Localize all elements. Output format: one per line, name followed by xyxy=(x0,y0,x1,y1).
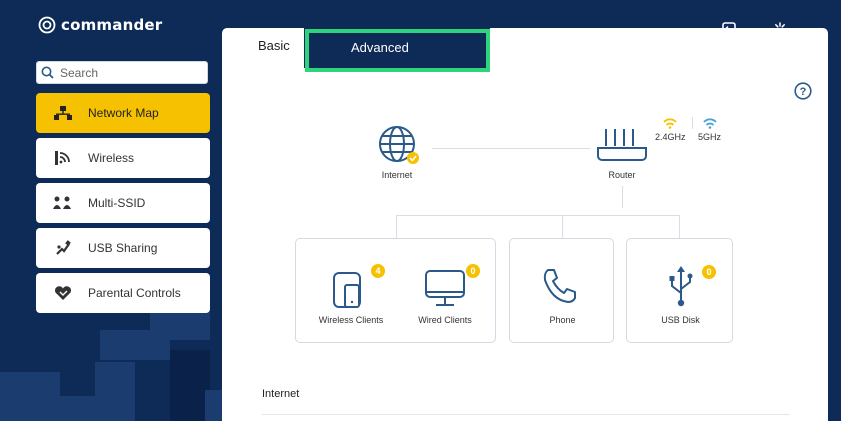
search-icon xyxy=(41,66,54,79)
internet-label: Internet xyxy=(381,170,413,180)
connector-line xyxy=(679,215,680,238)
background-pattern xyxy=(95,362,135,421)
wired-clients-label: Wired Clients xyxy=(418,315,472,325)
reboot-button[interactable]: Reboot xyxy=(758,22,802,48)
wireless-icon xyxy=(52,150,74,166)
wifi-24ghz-icon xyxy=(663,118,677,129)
router-label: Router xyxy=(608,170,636,180)
sidebar-item-label: USB Sharing xyxy=(88,241,158,255)
logout-icon xyxy=(722,22,736,36)
wifi-5ghz-icon xyxy=(703,118,717,129)
parental-controls-icon xyxy=(52,285,74,301)
band-divider xyxy=(692,117,693,129)
wired-clients-node[interactable]: 0 Wired Clients xyxy=(400,259,490,339)
reboot-icon xyxy=(773,22,787,36)
phone-label: Phone xyxy=(549,315,576,325)
logout-button[interactable]: Log out xyxy=(707,22,751,48)
wireless-clients-icon xyxy=(333,272,361,308)
globe-icon xyxy=(379,126,419,164)
usb-disk-label: USB Disk xyxy=(661,315,700,325)
search-box[interactable] xyxy=(36,61,208,84)
sidebar-item-parental-controls[interactable]: Parental Controls xyxy=(36,273,210,313)
router-icon xyxy=(597,129,647,161)
sidebar-item-network-map[interactable]: Network Map xyxy=(36,93,210,133)
wireless-clients-label: Wireless Clients xyxy=(318,315,384,325)
phone-card[interactable]: Phone xyxy=(509,238,614,343)
connector-line xyxy=(622,186,623,208)
background-pattern xyxy=(205,390,222,421)
multi-ssid-icon xyxy=(52,195,74,211)
search-input[interactable] xyxy=(58,64,202,81)
reboot-label: Reboot xyxy=(765,38,795,48)
help-icon[interactable]: ? xyxy=(794,82,812,100)
band-24-label: 2.4GHz xyxy=(655,132,686,142)
tab-advanced[interactable]: Advanced xyxy=(305,29,490,72)
sidebar-item-label: Network Map xyxy=(88,106,159,120)
internet-section-title: Internet xyxy=(262,388,300,400)
brand-logo: commander xyxy=(38,16,162,34)
wireless-clients-node[interactable]: 4 Wireless Clients xyxy=(306,259,396,339)
background-pattern xyxy=(170,350,210,421)
phone-icon xyxy=(543,269,576,303)
commander-logo-icon xyxy=(38,16,56,34)
sidebar-item-usb-sharing[interactable]: USB Sharing xyxy=(36,228,210,268)
connector-line xyxy=(432,148,590,149)
logout-label: Log out xyxy=(713,38,745,48)
wired-clients-count: 0 xyxy=(466,264,480,278)
section-divider xyxy=(262,414,790,415)
usb-icon xyxy=(669,266,693,307)
main-panel xyxy=(222,28,828,421)
clients-card: 4 Wireless Clients 0 Wired Clients xyxy=(295,238,496,343)
svg-text:?: ? xyxy=(800,86,807,98)
wired-clients-icon xyxy=(425,270,465,306)
tab-basic[interactable]: Basic xyxy=(222,28,304,68)
app-window: commander Network Map xyxy=(0,0,841,421)
network-map-icon xyxy=(52,105,74,121)
usb-sharing-icon xyxy=(52,240,74,256)
connector-line xyxy=(396,215,680,216)
sidebar-item-multi-ssid[interactable]: Multi-SSID xyxy=(36,183,210,223)
usb-disk-count: 0 xyxy=(702,265,716,279)
sidebar-item-label: Wireless xyxy=(88,151,135,165)
background-pattern xyxy=(0,372,60,421)
connector-line xyxy=(396,215,397,238)
brand-name: commander xyxy=(61,16,163,34)
wireless-clients-count: 4 xyxy=(371,264,385,278)
usb-disk-card[interactable]: 0 USB Disk xyxy=(626,238,733,343)
background-pattern xyxy=(60,396,95,421)
sidebar-item-label: Parental Controls xyxy=(88,286,181,300)
sidebar-item-label: Multi-SSID xyxy=(88,196,146,210)
band-5-label: 5GHz xyxy=(698,132,722,142)
tab-advanced-label: Advanced xyxy=(351,40,409,55)
tab-basic-label: Basic xyxy=(258,38,290,53)
internet-node[interactable]: Internet xyxy=(370,122,424,182)
router-node[interactable]: Router xyxy=(594,124,650,182)
connector-line xyxy=(562,215,563,238)
sidebar-item-wireless[interactable]: Wireless xyxy=(36,138,210,178)
